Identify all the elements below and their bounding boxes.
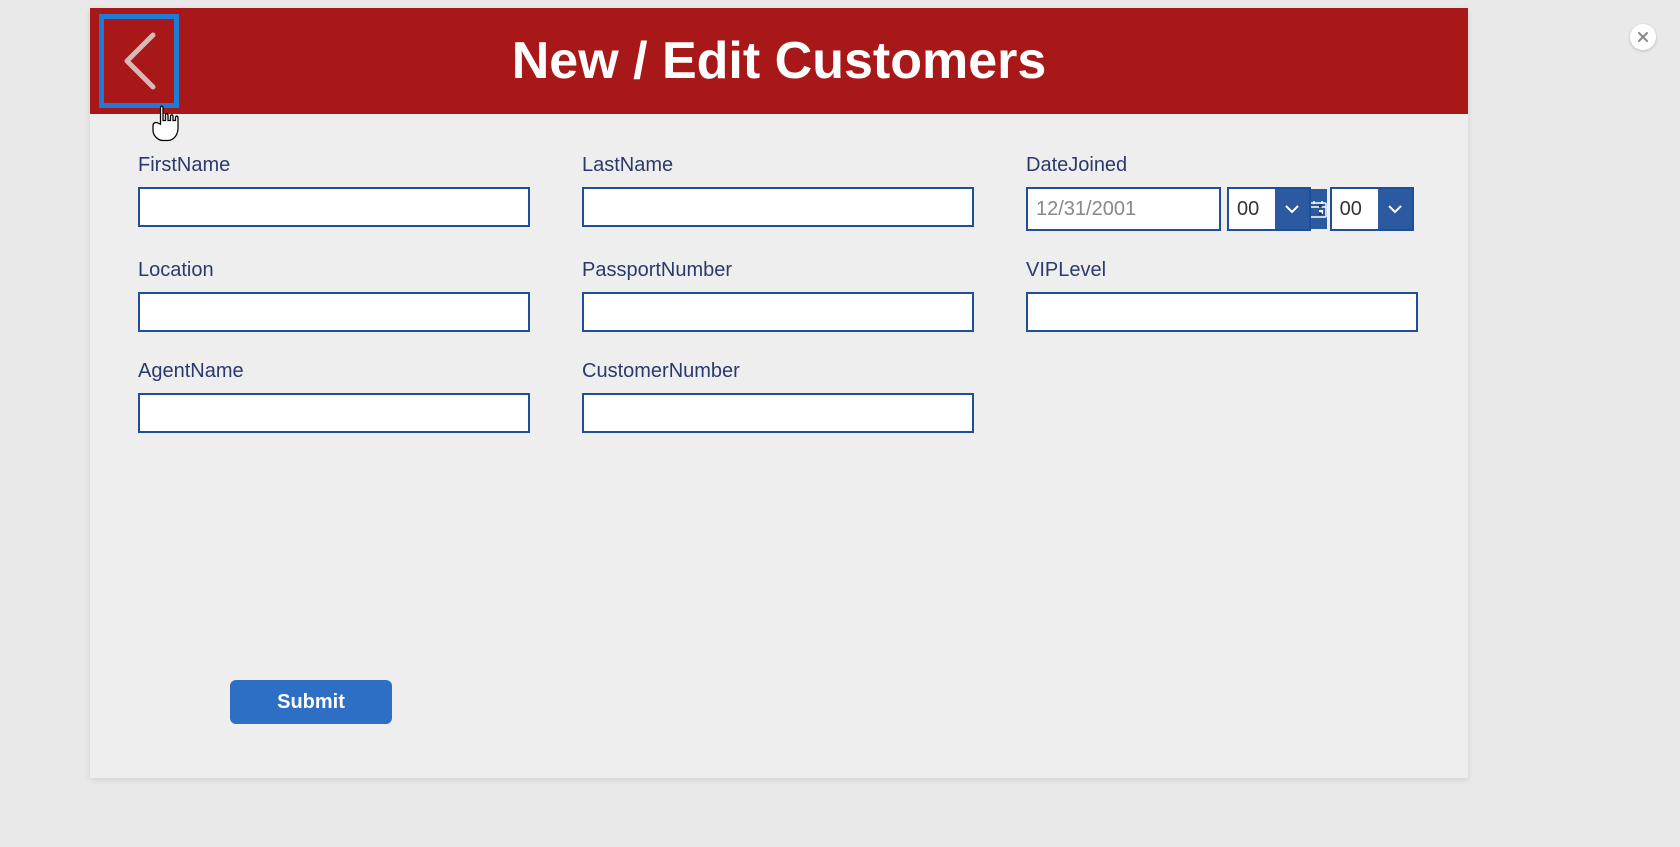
modal-container: New / Edit Customers FirstName LastName … bbox=[90, 8, 1468, 778]
field-location: Location bbox=[138, 259, 530, 332]
minute-dropdown-button[interactable] bbox=[1378, 189, 1412, 229]
time-separator: : bbox=[1317, 198, 1324, 221]
firstname-input[interactable] bbox=[138, 187, 530, 227]
passportnumber-label: PassportNumber bbox=[582, 259, 974, 282]
viplevel-label: VIPLevel bbox=[1026, 259, 1418, 282]
chevron-down-icon bbox=[1284, 203, 1300, 215]
submit-button[interactable]: Submit bbox=[230, 680, 392, 724]
datejoined-row: 00 : 00 bbox=[1026, 187, 1418, 231]
hour-value: 00 bbox=[1229, 189, 1275, 229]
datejoined-label: DateJoined bbox=[1026, 154, 1418, 177]
customernumber-input[interactable] bbox=[582, 393, 974, 433]
customernumber-label: CustomerNumber bbox=[582, 360, 974, 383]
close-icon bbox=[1637, 31, 1649, 43]
field-agentname: AgentName bbox=[138, 360, 530, 433]
field-passportnumber: PassportNumber bbox=[582, 259, 974, 332]
location-input[interactable] bbox=[138, 292, 530, 332]
agentname-input[interactable] bbox=[138, 393, 530, 433]
header-bar: New / Edit Customers bbox=[90, 8, 1468, 114]
hour-dropdown-button[interactable] bbox=[1275, 189, 1309, 229]
form-area: FirstName LastName DateJoined bbox=[90, 114, 1468, 433]
date-input-wrap bbox=[1026, 187, 1221, 231]
page-title: New / Edit Customers bbox=[90, 31, 1468, 91]
field-firstname: FirstName bbox=[138, 154, 530, 231]
field-datejoined: DateJoined 00 bbox=[1026, 154, 1418, 231]
passportnumber-input[interactable] bbox=[582, 292, 974, 332]
location-label: Location bbox=[138, 259, 530, 282]
chevron-left-icon bbox=[119, 29, 159, 93]
cursor-icon bbox=[148, 91, 164, 107]
firstname-label: FirstName bbox=[138, 154, 530, 177]
lastname-input[interactable] bbox=[582, 187, 974, 227]
hour-select[interactable]: 00 bbox=[1227, 187, 1311, 231]
lastname-label: LastName bbox=[582, 154, 974, 177]
field-viplevel: VIPLevel bbox=[1026, 259, 1418, 332]
agentname-label: AgentName bbox=[138, 360, 530, 383]
minute-select[interactable]: 00 bbox=[1330, 187, 1414, 231]
field-customernumber: CustomerNumber bbox=[582, 360, 974, 433]
close-button[interactable] bbox=[1630, 24, 1656, 50]
viplevel-input[interactable] bbox=[1026, 292, 1418, 332]
minute-value: 00 bbox=[1332, 189, 1378, 229]
field-lastname: LastName bbox=[582, 154, 974, 231]
back-button[interactable] bbox=[99, 14, 179, 108]
chevron-down-icon bbox=[1387, 203, 1403, 215]
